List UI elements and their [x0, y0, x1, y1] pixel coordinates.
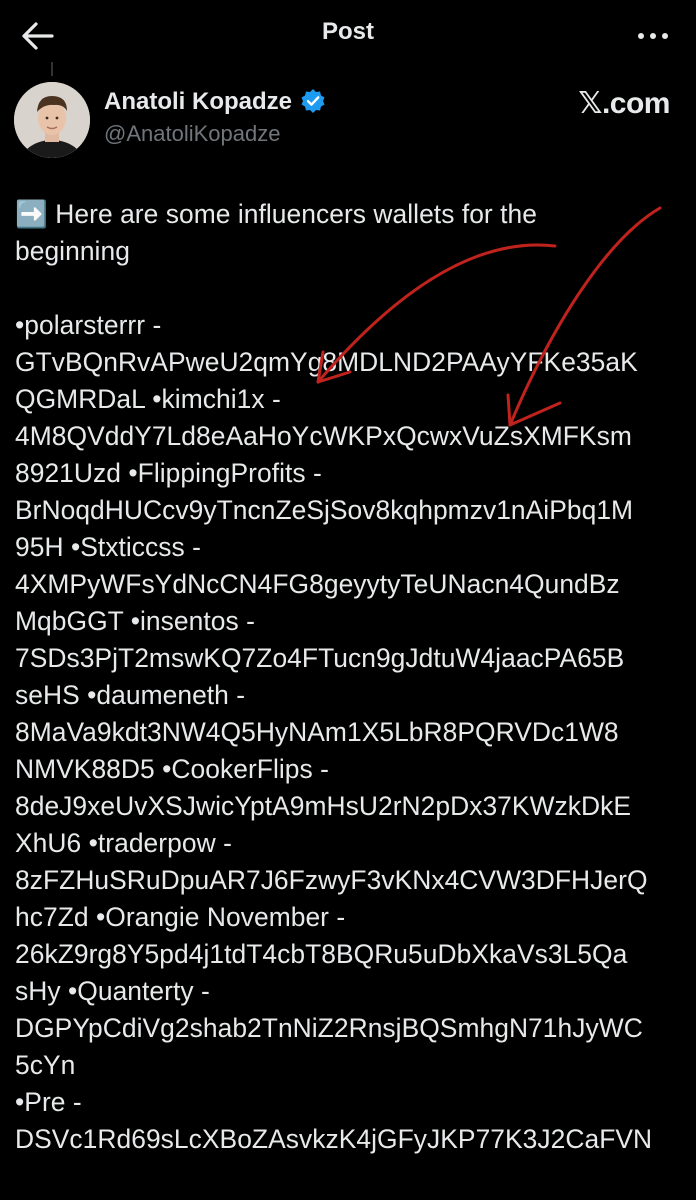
post-line: NMVK88D5 •CookerFlips - [15, 754, 329, 784]
post-line: DGPYpCdiVg2shab2TnNiZ2RnsjBQSmhgN71hJyWC [15, 1013, 643, 1043]
post-line: 4M8QVddY7Ld8eAaHoYcWKPxQcwxVuZsXMFKsm [15, 421, 632, 451]
post-line: 7SDs3PjT2mswKQ7Zo4FTucn9gJdtuW4jaacPA65B [15, 643, 625, 673]
post-line: 26kZ9rg8Y5pd4j1tdT4cbT8BQRu5uDbXkaVs3L5Q… [15, 939, 628, 969]
post-line: XhU6 •traderpow - [15, 828, 232, 858]
post-line: sHy •Quanterty - [15, 976, 210, 1006]
post-line: •polarsterrr - [15, 310, 162, 340]
post-line: GTvBQnRvAPweU2qmYg8MDLND2PAAyYFKe35aK [15, 347, 638, 377]
post-line: beginning [15, 236, 130, 266]
verified-badge-icon [300, 88, 326, 114]
x-watermark: 𝕏.com [578, 87, 670, 120]
post-line: BrNoqdHUCcv9yTncnZeSjSov8kqhpmzv1nAiPbq1… [15, 495, 634, 525]
more-options-button[interactable] [636, 22, 670, 50]
author-handle[interactable]: @AnatoliKopadze [104, 121, 280, 147]
post-line: MqbGGT •insentos - [15, 606, 255, 636]
post-line: •Pre - [15, 1087, 82, 1117]
thread-connector-line [51, 62, 53, 76]
avatar[interactable] [14, 82, 90, 158]
post-line: hc7Zd •Orangie November - [15, 902, 346, 932]
post-line: 8MaVa9kdt3NW4Q5HyNAm1X5LbR8PQRVDc1W8 [15, 717, 619, 747]
author-name[interactable]: Anatoli Kopadze [104, 88, 292, 116]
post-line: 8deJ9xeUvXSJwicYptA9mHsU2rN2pDx37KWzkDkE [15, 791, 632, 821]
post-line: QGMRDaL •kimchi1x - [15, 384, 281, 414]
post-line: 95H •Stxticcss - [15, 532, 202, 562]
more-horizontal-icon [638, 33, 668, 39]
post-line-break [15, 270, 695, 307]
profile-photo [14, 82, 90, 158]
post-line: 5cYn [15, 1050, 76, 1080]
post-line: 8921Uzd •FlippingProfits - [15, 458, 322, 488]
post-text: ➡️ Here are some influencers wallets for… [15, 196, 695, 1158]
top-bar: Post [0, 0, 696, 72]
post-line: 4XMPyWFsYdNcCN4FG8geyytyTeUNacn4QundBz [15, 569, 620, 599]
post-line: seHS •daumeneth - [15, 680, 246, 710]
post-line: 8zFZHuSRuDpuAR7J6FzwyF3vKNx4CVW3DFHJerQ [15, 865, 648, 895]
page-title: Post [321, 18, 374, 45]
post-line: ➡️ Here are some influencers wallets for… [15, 199, 537, 229]
post-line: DSVc1Rd69sLcXBoZAsvkzK4jGFyJKP77K3J2CaFV… [15, 1124, 653, 1154]
